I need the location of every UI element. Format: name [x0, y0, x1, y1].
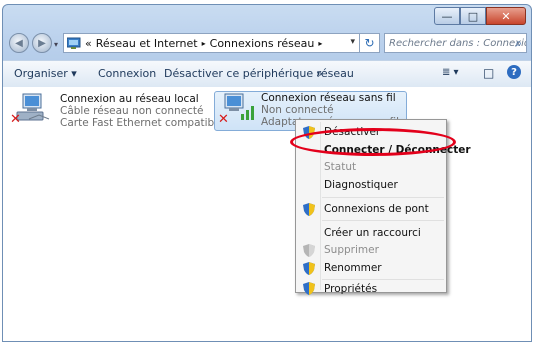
- command-bar: Organiser ▾ Connexion Désactiver ce péri…: [3, 60, 531, 88]
- close-button[interactable]: ✕: [486, 7, 526, 25]
- back-arrow-icon: ◀: [15, 37, 23, 49]
- menu-separator: [322, 197, 444, 198]
- disable-device-button[interactable]: Désactiver ce périphérique réseau: [164, 67, 354, 80]
- search-placeholder: Rechercher dans : Connexions réseau: [389, 37, 526, 49]
- connect-button[interactable]: Connexion: [98, 67, 156, 80]
- breadcrumb-connexions-reseau[interactable]: Connexions réseau: [210, 37, 315, 50]
- more-commands-button[interactable]: »: [316, 67, 323, 80]
- menu-item-label: Propriétés: [324, 283, 378, 295]
- address-bar[interactable]: « Réseau et Internet ▸ Connexions réseau…: [63, 33, 360, 53]
- breadcrumb-reseau-internet[interactable]: Réseau et Internet: [96, 37, 198, 50]
- address-dropdown-icon[interactable]: ▾: [350, 37, 355, 47]
- shield-icon: [303, 262, 315, 275]
- back-button[interactable]: ◀: [9, 33, 29, 53]
- maximize-button[interactable]: □: [460, 7, 486, 25]
- refresh-button[interactable]: ↻: [360, 33, 380, 53]
- forward-button[interactable]: ▶: [32, 33, 52, 53]
- connection-name: Connexion réseau sans fil: [261, 92, 396, 104]
- menu-item-label: Renommer: [324, 262, 382, 274]
- menu-item-delete[interactable]: Supprimer: [298, 241, 444, 259]
- breadcrumb-prefix[interactable]: «: [85, 37, 92, 50]
- menu-item-label: Créer un raccourci: [324, 227, 421, 239]
- help-icon[interactable]: ?: [507, 65, 521, 79]
- connections-list: ✕ Connexion au réseau local Câble réseau…: [3, 87, 531, 341]
- menu-item-label: Supprimer: [324, 244, 379, 256]
- recent-pages-icon[interactable]: ▾: [54, 40, 58, 49]
- shield-icon: [303, 203, 315, 216]
- menu-item-properties[interactable]: Propriétés: [298, 281, 444, 297]
- preview-pane-icon[interactable]: □: [483, 66, 494, 80]
- menu-item-status[interactable]: Statut: [298, 158, 444, 176]
- menu-item-diagnose[interactable]: Diagnostiquer: [298, 176, 444, 194]
- disconnected-x-icon: ✕: [10, 112, 21, 127]
- menu-separator: [322, 220, 444, 221]
- minimize-button[interactable]: —: [434, 7, 460, 25]
- title-bar: — □ ✕: [3, 5, 531, 27]
- address-row: ◀ ▶ ▾ « Réseau et Internet ▸ Connexions …: [3, 29, 531, 57]
- menu-item-label: Statut: [324, 161, 357, 173]
- menu-item-rename[interactable]: Renommer: [298, 259, 444, 277]
- explorer-window: — □ ✕ ◀ ▶ ▾ « Réseau et Internet ▸ Conne…: [2, 4, 532, 342]
- breadcrumb-separator-icon[interactable]: ▸: [318, 39, 322, 48]
- connection-item-local[interactable]: ✕ Connexion au réseau local Câble réseau…: [9, 92, 244, 132]
- menu-item-label: Connexions de pont: [324, 203, 429, 215]
- network-folder-icon: [67, 37, 81, 49]
- view-options-icon[interactable]: ≣ ▾: [442, 67, 459, 78]
- connection-status: Non connecté: [261, 104, 334, 116]
- breadcrumb-separator-icon[interactable]: ▸: [202, 39, 206, 48]
- shield-icon: [303, 244, 315, 257]
- menu-item-label: Diagnostiquer: [324, 179, 398, 191]
- menu-item-create-shortcut[interactable]: Créer un raccourci: [298, 224, 444, 242]
- menu-separator: [322, 279, 444, 280]
- window-controls: — □ ✕: [434, 7, 526, 25]
- shield-icon: [303, 282, 315, 295]
- organize-button[interactable]: Organiser ▾: [14, 67, 77, 80]
- menu-item-bridge[interactable]: Connexions de pont: [298, 200, 444, 218]
- highlight-oval: [290, 128, 456, 156]
- search-icon[interactable]: ⌕: [515, 36, 522, 51]
- refresh-icon: ↻: [364, 36, 375, 50]
- search-input[interactable]: Rechercher dans : Connexions réseau ⌕: [384, 33, 527, 53]
- disconnected-x-icon: ✕: [218, 112, 229, 127]
- forward-arrow-icon: ▶: [38, 37, 46, 49]
